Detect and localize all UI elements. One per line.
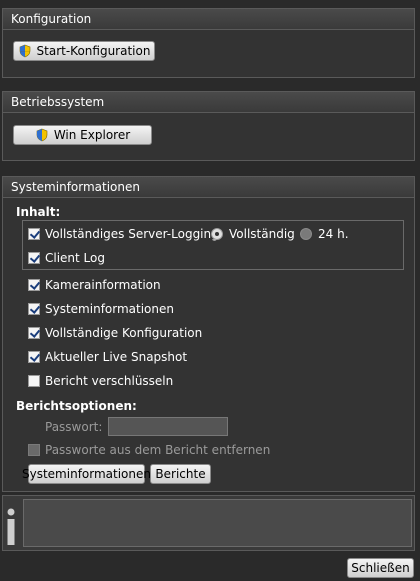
betriebssystem-panel: Betriebssystem Win Explorer xyxy=(2,91,415,161)
systeminformationen-button[interactable]: Systeminformationen xyxy=(22,464,151,484)
client-log-row[interactable]: Client Log xyxy=(28,249,105,267)
live-snapshot-checkbox[interactable] xyxy=(28,351,40,363)
passworte-entfernen-checkbox[interactable] xyxy=(28,444,40,456)
kamerainformation-label: Kamerainformation xyxy=(45,278,161,292)
server-logging-label: Vollständiges Server-Logging xyxy=(45,227,219,241)
systeminformationen-button-label: Systeminformationen xyxy=(22,467,151,481)
radio-vollstaendig-label: Vollständig xyxy=(229,227,295,241)
berichte-button-label: Berichte xyxy=(155,467,206,481)
passwort-label: Passwort: xyxy=(45,420,103,434)
start-konfiguration-button[interactable]: Start-Konfiguration xyxy=(13,41,155,61)
info-icon xyxy=(7,508,15,545)
passworte-entfernen-label: Passworte aus dem Bericht entfernen xyxy=(45,443,271,457)
konfiguration-panel: Konfiguration Start-Konfiguration xyxy=(2,8,415,78)
systeminformationen-checkbox[interactable] xyxy=(28,303,40,315)
vollstaendige-konfiguration-checkbox[interactable] xyxy=(28,327,40,339)
inhalt-label: Inhalt: xyxy=(16,205,61,219)
info-message-box xyxy=(23,499,412,547)
berichte-button[interactable]: Berichte xyxy=(150,464,211,484)
radio-vollstaendig-row[interactable]: Vollständig xyxy=(211,225,295,243)
kamerainformation-checkbox[interactable] xyxy=(28,279,40,291)
systeminformationen-row[interactable]: Systeminformationen xyxy=(28,300,174,318)
start-konfiguration-label: Start-Konfiguration xyxy=(36,44,151,58)
kamerainformation-row[interactable]: Kamerainformation xyxy=(28,276,161,294)
konfiguration-header: Konfiguration xyxy=(3,9,414,30)
schliessen-button-label: Schließen xyxy=(351,561,410,575)
live-snapshot-label: Aktueller Live Snapshot xyxy=(45,350,188,364)
passwort-input[interactable] xyxy=(108,417,228,436)
shield-icon xyxy=(36,128,48,142)
vollstaendige-konfiguration-label: Vollständige Konfiguration xyxy=(45,326,203,340)
bericht-verschluesseln-label: Bericht verschlüsseln xyxy=(45,374,174,388)
radio-24h[interactable] xyxy=(300,228,312,240)
win-explorer-label: Win Explorer xyxy=(53,128,131,142)
betriebssystem-header: Betriebssystem xyxy=(3,92,414,113)
bericht-verschluesseln-checkbox[interactable] xyxy=(28,375,40,387)
systeminformationen-header: Systeminformationen xyxy=(3,177,414,198)
systeminformationen-label: Systeminformationen xyxy=(45,302,174,316)
radio-24h-row[interactable]: 24 h. xyxy=(300,225,349,243)
passworte-entfernen-row[interactable]: Passworte aus dem Bericht entfernen xyxy=(28,441,270,459)
berichtsoptionen-label: Berichtsoptionen: xyxy=(16,399,137,413)
radio-24h-label: 24 h. xyxy=(318,227,349,241)
client-log-label: Client Log xyxy=(45,251,105,265)
bericht-verschluesseln-row[interactable]: Bericht verschlüsseln xyxy=(28,372,173,390)
shield-icon xyxy=(19,44,30,58)
radio-vollstaendig[interactable] xyxy=(211,228,223,240)
server-logging-checkbox-row[interactable]: Vollständiges Server-Logging xyxy=(28,225,219,243)
client-log-checkbox[interactable] xyxy=(28,252,40,264)
schliessen-button[interactable]: Schließen xyxy=(347,558,414,578)
win-explorer-button[interactable]: Win Explorer xyxy=(13,125,152,145)
konfiguration-checkbox-row[interactable]: Vollständige Konfiguration xyxy=(28,324,202,342)
server-logging-checkbox[interactable] xyxy=(28,228,40,240)
live-snapshot-row[interactable]: Aktueller Live Snapshot xyxy=(28,348,187,366)
